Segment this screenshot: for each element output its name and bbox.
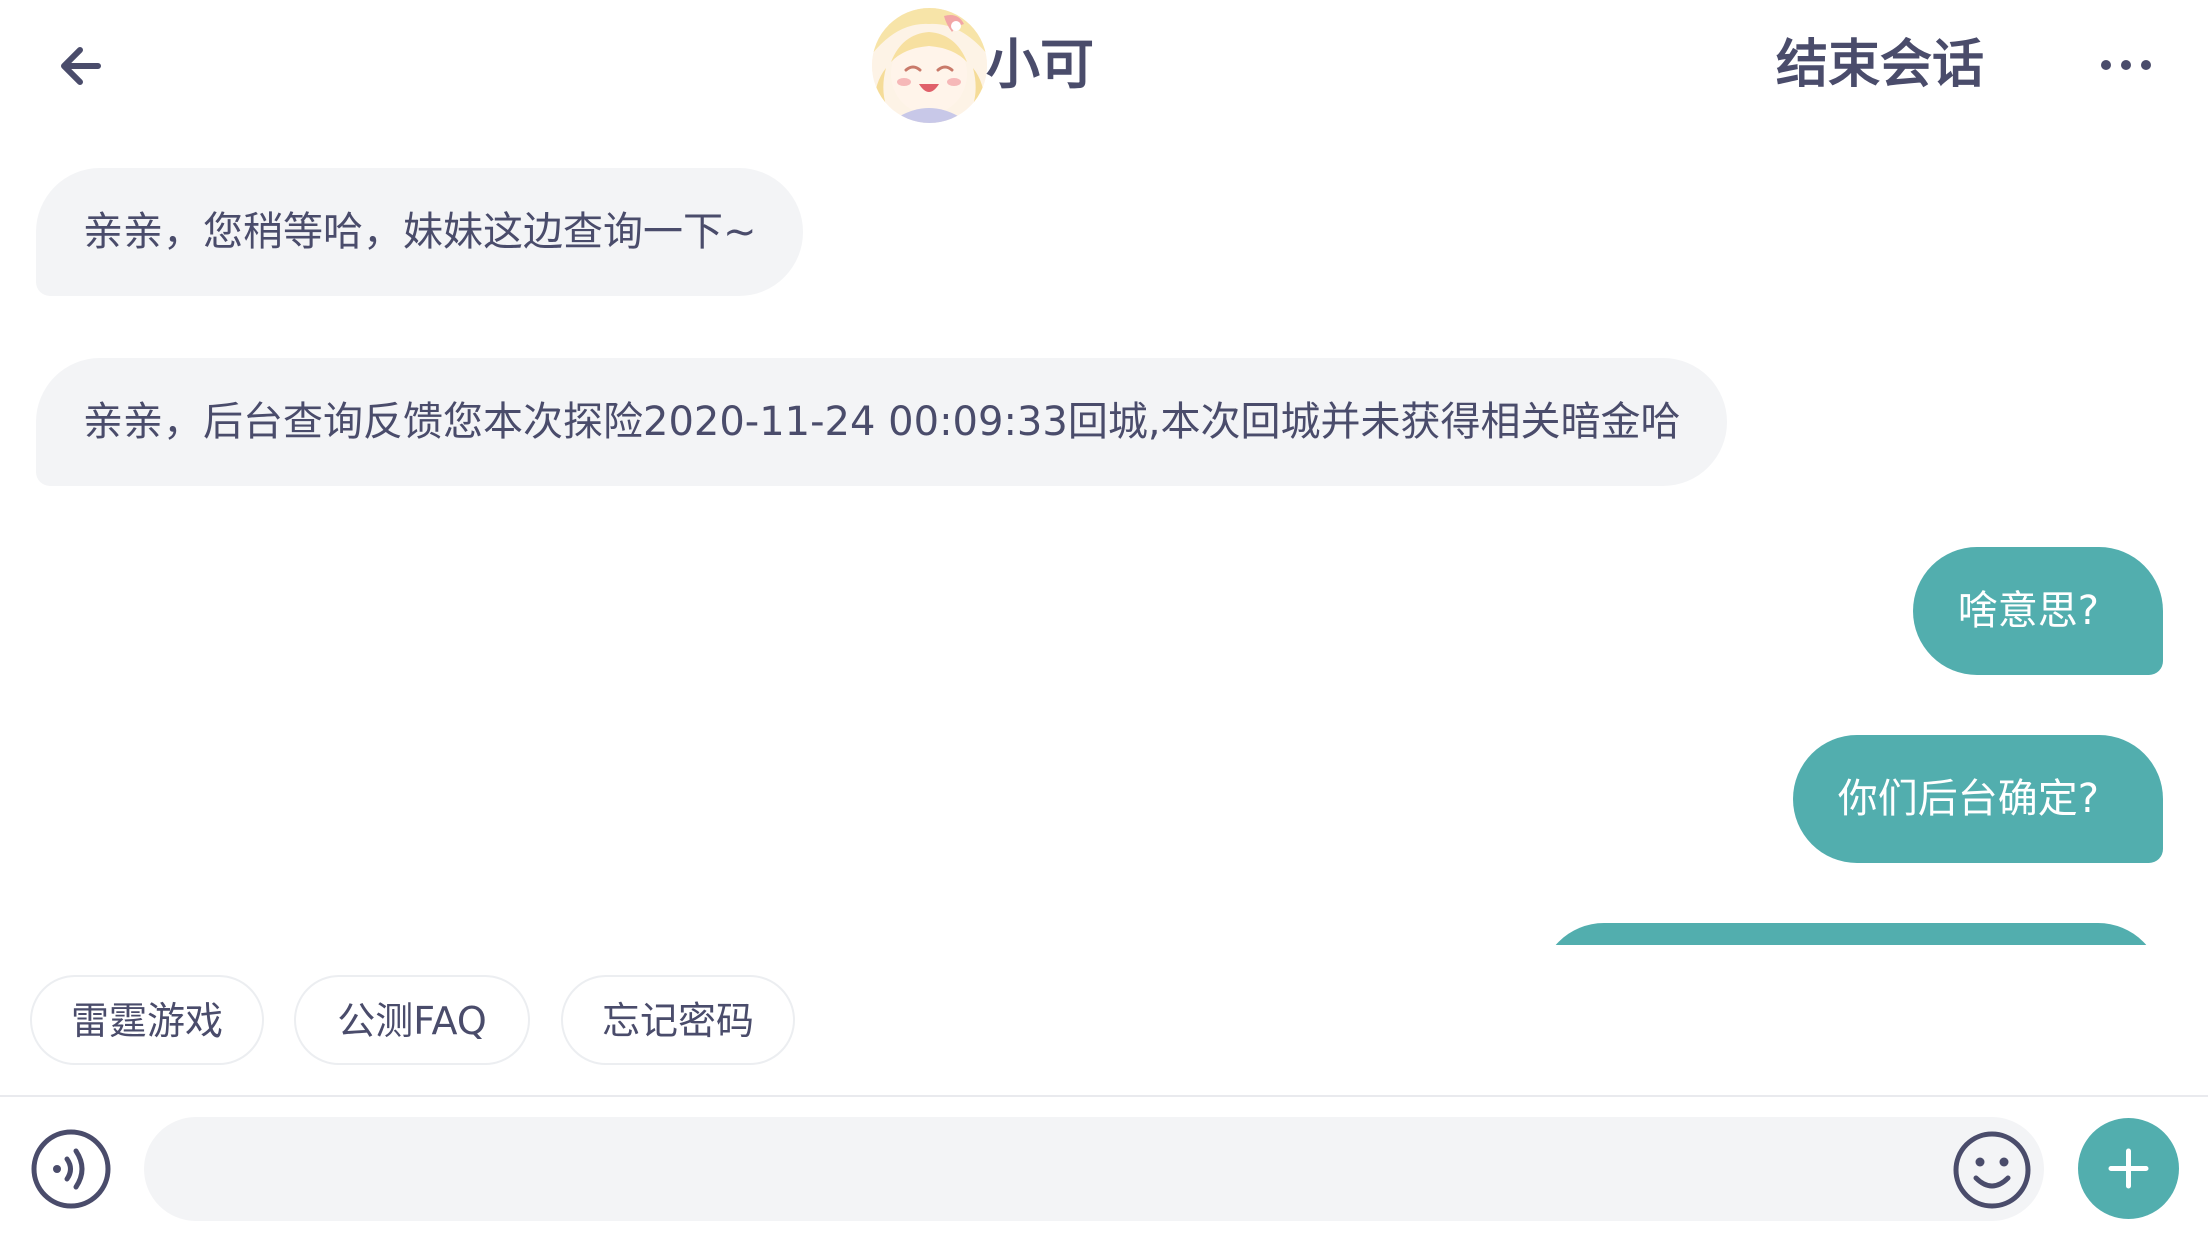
quick-reply-bar: 雷霆游戏 公测FAQ 忘记密码: [0, 975, 2208, 1065]
message-list[interactable]: 亲亲，您稍等哈，妹妹这边查询一下~ 亲亲，后台查询反馈您本次探险2020-11-…: [0, 132, 2208, 945]
more-button[interactable]: [2098, 46, 2154, 84]
user-message-bubble: 啥意思?: [1912, 547, 2163, 675]
agent-message-bubble: 亲亲，后台查询反馈您本次探险2020-11-24 00:09:33回城,本次回城…: [36, 358, 1727, 486]
quick-reply-chip[interactable]: 公测FAQ: [294, 975, 530, 1065]
quick-reply-chip[interactable]: 忘记密码: [561, 975, 795, 1065]
smiley-icon: [1953, 1131, 2031, 1209]
voice-button[interactable]: [30, 1128, 112, 1210]
user-message-bubble: 你们后台确定?: [1792, 735, 2163, 863]
chat-header: 小可 结束会话: [0, 0, 2208, 132]
chat-screen: 小可 结束会话 亲亲，您稍等哈，妹妹这边查询一下~ 亲亲，后台查询反馈您本次探险…: [0, 0, 2208, 1242]
agent-name: 小可: [986, 33, 1094, 96]
plus-icon: [2108, 1148, 2149, 1189]
quick-reply-chip[interactable]: 雷霆游戏: [30, 975, 264, 1065]
voice-icon: [31, 1129, 111, 1209]
agent-message-bubble: 亲亲，您稍等哈，妹妹这边查询一下~: [36, 168, 803, 296]
ellipsis-icon: [2101, 60, 2151, 70]
emoji-button[interactable]: [1952, 1130, 2032, 1210]
back-button[interactable]: [52, 36, 112, 96]
user-message-bubble-partial: [1540, 923, 2162, 945]
end-session-button[interactable]: 结束会话: [1776, 30, 1984, 100]
input-divider: [0, 1095, 2208, 1097]
message-input[interactable]: [144, 1117, 2044, 1221]
agent-avatar: [872, 8, 987, 123]
arrow-left-icon: [61, 47, 101, 85]
anime-girl-avatar: [872, 8, 987, 123]
add-attachment-button[interactable]: [2078, 1118, 2179, 1219]
